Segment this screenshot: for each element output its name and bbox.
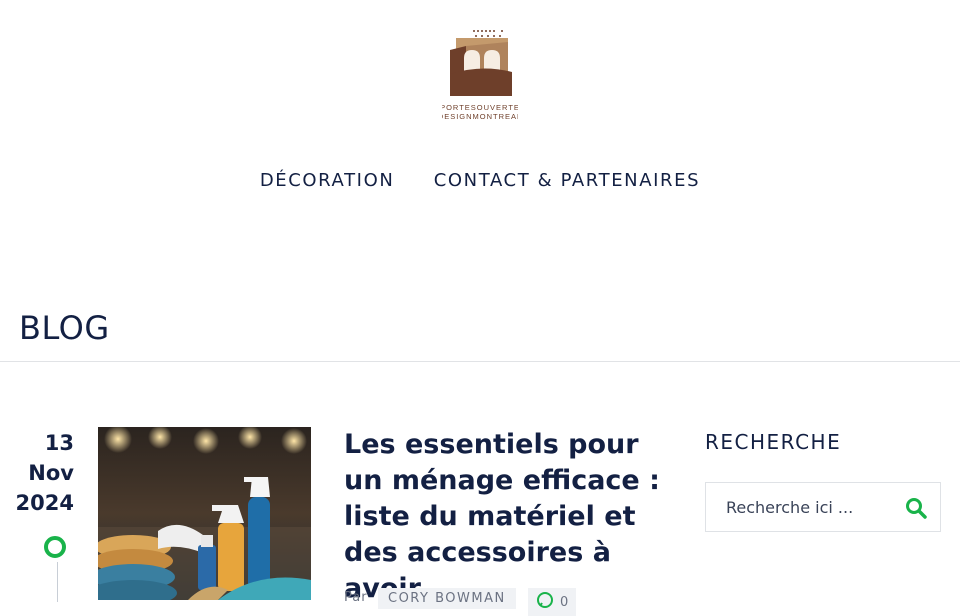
page-title: BLOG <box>19 309 110 348</box>
post-title[interactable]: Les essentiels pour un ménage efficace :… <box>344 427 684 607</box>
logo-text-1: PORTESOUVERTE <box>442 103 518 112</box>
header-divider <box>0 361 960 362</box>
post-thumbnail[interactable] <box>98 427 311 600</box>
comment-icon <box>536 591 554 613</box>
post-author[interactable]: CORY BOWMAN <box>378 588 516 609</box>
comment-count: 0 <box>560 594 569 610</box>
timeline-line <box>57 562 58 602</box>
post-date-year: 2024 <box>15 491 74 515</box>
post-date-day: 13 <box>44 431 74 455</box>
search-form <box>705 482 941 532</box>
post-date: 13 Nov 2024 <box>10 428 74 518</box>
comments-badge[interactable]: 0 <box>528 588 577 616</box>
search-icon[interactable] <box>904 496 928 520</box>
nav-item-decoration[interactable]: DÉCORATION <box>260 170 395 191</box>
logo-text-2: DESIGNMONTREAL <box>442 112 518 120</box>
nav-item-contact[interactable]: CONTACT & PARTENAIRES <box>434 170 700 191</box>
search-input[interactable] <box>706 483 916 531</box>
search-widget-title: RECHERCHE <box>705 430 842 454</box>
timeline-dot <box>44 536 66 558</box>
main-nav: DÉCORATION CONTACT & PARTENAIRES <box>0 170 960 191</box>
post-date-month: Nov <box>28 461 74 485</box>
site-logo[interactable]: PORTESOUVERTE DESIGNMONTREAL <box>438 28 521 121</box>
post-by-label: Par <box>344 590 368 605</box>
